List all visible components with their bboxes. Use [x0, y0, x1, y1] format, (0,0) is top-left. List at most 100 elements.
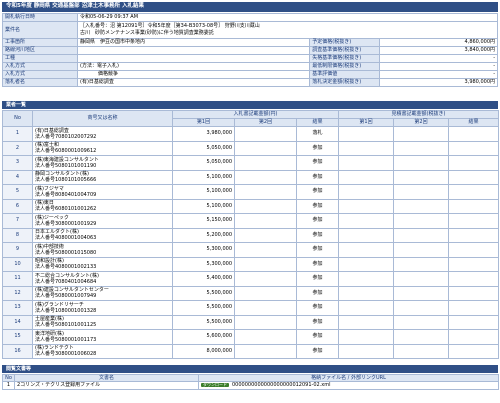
quote-amount-round2: [393, 155, 449, 171]
info-label: 開札執行日時: [2, 13, 78, 22]
bid-result: 参加: [296, 242, 339, 258]
page-title: 令和5年度 静岡県 交通基盤部 沼津土木事務所 入札結果: [2, 2, 498, 12]
quote-amount-round1: [338, 314, 394, 330]
column-header-no: No: [2, 110, 33, 127]
bid-amount-round1: 5,100,000: [172, 169, 235, 185]
info-value: 3,840,000円: [379, 46, 498, 55]
bid-result: 参加: [296, 329, 339, 345]
info-label: 落札決定金額(税抜き): [309, 78, 381, 87]
bid-result: 参加: [296, 285, 339, 301]
corporate-number: 法人番号7080102007292: [35, 133, 97, 140]
table-row: 15 東洋地研(株) 法人番号5080001001173 5,600,000 参加: [2, 329, 500, 345]
info-value: (方法：電子入札): [76, 62, 311, 71]
table-row: 6 (株)東日 法人番号6080101001262 5,100,000 参加: [2, 198, 500, 214]
bid-amount-round2: [234, 140, 297, 156]
bid-amount-round2: [234, 213, 297, 229]
quote-result: [447, 285, 500, 301]
corporate-number: 法人番号4080001002133: [35, 264, 97, 271]
quote-amount-round2: [393, 198, 449, 214]
info-value: ［入札番号：沼 第12091号］令和5年度［第34-B3073-08号］ 狩野川…: [77, 21, 498, 39]
attachment-document-name: 2コリンズ・テクリス登録用ファイル: [14, 381, 199, 390]
table-row: 9 (株)中部技術 法人番号5080001015080 5,300,000 参加: [2, 242, 500, 258]
table-row: 5 (株)フジヤマ 法人番号8080401004709 5,100,000 参加: [2, 184, 500, 200]
quote-amount-round2: [393, 227, 449, 243]
corporate-number: 法人番号5080001001173: [35, 336, 97, 343]
bid-amount-round1: 5,400,000: [172, 271, 235, 287]
quote-amount-round2: [393, 300, 449, 316]
quote-result: [447, 256, 500, 272]
attachments-section-header: 閲覧文書等: [2, 365, 498, 373]
row-no: 1: [2, 126, 33, 142]
row-no: 5: [2, 184, 33, 200]
quote-amount-round2: [393, 140, 449, 156]
row-no: 2: [2, 140, 33, 156]
quote-amount-round2: [393, 256, 449, 272]
bid-result: 参加: [296, 184, 339, 200]
bid-result: 参加: [296, 300, 339, 316]
bid-result: 参加: [296, 314, 339, 330]
column-header-round2: 第2回: [393, 118, 449, 127]
quote-amount-round2: [393, 184, 449, 200]
attachment-file-link[interactable]: 0000000000000000000012091-02.xml: [232, 382, 331, 388]
column-header-bid-amount: 入札書記載金額(円): [172, 110, 339, 119]
bid-result: 参加: [296, 155, 339, 171]
info-label: 業件名: [2, 21, 78, 39]
bid-amount-round2: [234, 314, 297, 330]
corporate-number: 法人番号8080401004709: [35, 191, 97, 198]
info-value: 4,860,000円: [379, 38, 498, 47]
company-cell: (株)ランドテクト 法人番号3080001006028: [32, 343, 173, 359]
column-header-result: 結果: [447, 118, 500, 127]
quote-amount-round2: [393, 343, 449, 359]
company-cell: (株)富士和 法人番号6080001009612: [32, 140, 173, 156]
corporate-number: 法人番号1080001001328: [35, 307, 97, 314]
info-label: 路線河川地区: [2, 46, 78, 55]
row-no: 15: [2, 329, 33, 345]
bid-amount-round1: 5,300,000: [172, 242, 235, 258]
company-cell: (株)ジーペック 法人番号3080001001929: [32, 213, 173, 229]
table-row: 10 昭和設計(株) 法人番号4080001002133 5,300,000 参加: [2, 256, 500, 272]
table-row: 14 土屋産業(株) 法人番号5080101001125 5,500,000 参加: [2, 314, 500, 330]
bid-amount-round1: 5,100,000: [172, 184, 235, 200]
table-row: 12 (株)建設コンサルタントセンター 法人番号5080001007949 5,500…: [2, 285, 500, 301]
bid-amount-round1: 5,050,000: [172, 140, 235, 156]
bid-amount-round2: [234, 271, 297, 287]
winning-amount: 3,980,000円: [379, 78, 498, 87]
quote-amount-round1: [338, 213, 394, 229]
quote-amount-round1: [338, 227, 394, 243]
quote-amount-round2: [393, 213, 449, 229]
column-header-document: 文書名: [14, 374, 199, 382]
company-cell: (株)グランドリサーチ 法人番号1080001001328: [32, 300, 173, 316]
bid-amount-round1: 5,300,000: [172, 256, 235, 272]
quote-result: [447, 343, 500, 359]
bid-amount-round2: [234, 285, 297, 301]
quote-result: [447, 184, 500, 200]
column-header-result: 結果: [296, 118, 339, 127]
row-no: 11: [2, 271, 33, 287]
info-label: 入札方式: [2, 70, 78, 79]
info-value: 静岡県 伊豆の国市中条地内: [76, 38, 311, 47]
quote-result: [447, 227, 500, 243]
bid-result: 落札: [296, 126, 339, 142]
table-row: 13 (株)グランドリサーチ 法人番号1080001001328 5,500,000 参…: [2, 300, 500, 316]
row-no: 8: [2, 227, 33, 243]
info-label: 調査基準価格(税抜き): [309, 46, 381, 55]
bid-amount-round1: 5,500,000: [172, 285, 235, 301]
row-no: 6: [2, 198, 33, 214]
company-cell: (株)建設コンサルタントセンター 法人番号5080001007949: [32, 285, 173, 301]
project-name-line: ［入札番号：沼 第12091号］令和5年度［第34-B3073-08号］ 狩野川…: [80, 23, 260, 29]
bid-amount-round1: 3,980,000: [172, 126, 235, 142]
company-cell: 昭和設計(株) 法人番号4080001002133: [32, 256, 173, 272]
bid-amount-round1: 5,200,000: [172, 227, 235, 243]
column-header-round1: 第1回: [338, 118, 394, 127]
bid-amount-round2: [234, 126, 297, 142]
row-no: 7: [2, 213, 33, 229]
row-no: 4: [2, 169, 33, 185]
download-button[interactable]: ダウンロード: [201, 383, 229, 387]
bid-amount-round2: [234, 343, 297, 359]
quote-amount-round1: [338, 285, 394, 301]
bid-amount-round1: 5,100,000: [172, 198, 235, 214]
project-name-line: 古川 砂防メンテナンス事業(砂防)に伴う地質調査業務委託: [80, 30, 214, 36]
quote-result: [447, 314, 500, 330]
company-cell: (有)日基総調査 法人番号7080102007292: [32, 126, 173, 142]
info-value: -: [379, 62, 498, 71]
